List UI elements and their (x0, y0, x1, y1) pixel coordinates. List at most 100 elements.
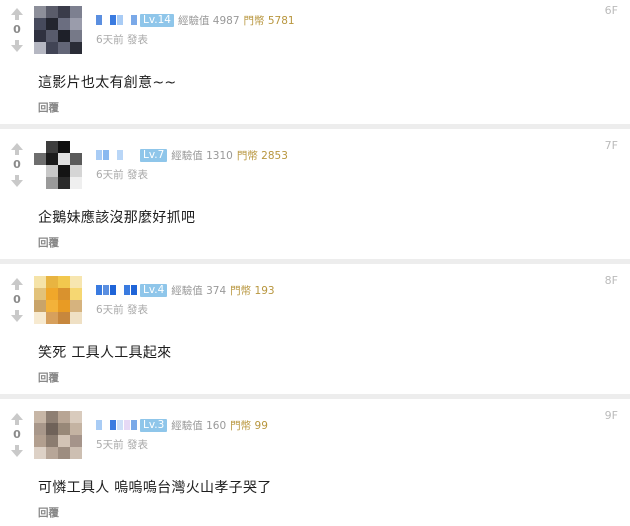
avatar-pixel (34, 300, 46, 312)
avatar-pixel (46, 300, 58, 312)
username-pixel (131, 285, 137, 295)
comment-item: 0 Lv.14 經驗值 4987 門幣 5781 6天前 發表 6F 這影片也太… (0, 0, 630, 126)
upvote-arrow-icon[interactable] (8, 276, 26, 292)
username[interactable] (96, 14, 138, 26)
floor-number: 6F (604, 4, 618, 17)
user-meta: Lv.3 經驗值 160 門幣 99 (96, 418, 268, 432)
level-badge: Lv.3 (140, 418, 168, 432)
username-pixel (103, 15, 109, 25)
username-pixel (124, 150, 130, 160)
avatar-pixel (58, 435, 70, 447)
username-pixel (96, 15, 102, 25)
avatar[interactable] (34, 6, 82, 54)
avatar-pixel (46, 177, 58, 189)
vote-count: 0 (13, 23, 21, 36)
upvote-arrow-icon[interactable] (8, 6, 26, 22)
coin-value: 門幣 2853 (236, 149, 288, 162)
user-meta: Lv.4 經驗值 374 門幣 193 (96, 283, 275, 297)
username[interactable] (96, 284, 138, 296)
reply-button[interactable]: 回覆 (38, 505, 59, 520)
avatar-pixel (70, 177, 82, 189)
vote-count: 0 (13, 158, 21, 171)
post-time[interactable]: 6天前 發表 (96, 302, 148, 317)
reply-button[interactable]: 回覆 (38, 235, 59, 250)
username-pixel (124, 15, 130, 25)
exp-value: 經驗值 374 (171, 284, 227, 297)
avatar-pixel (70, 165, 82, 177)
avatar-pixel (34, 42, 46, 54)
avatar-pixel (70, 423, 82, 435)
avatar[interactable] (34, 276, 82, 324)
avatar-pixel (34, 153, 46, 165)
comment-text: 企鵝妹應該沒那麼好抓吧 (38, 210, 196, 226)
vote-count: 0 (13, 293, 21, 306)
avatar-pixel (70, 153, 82, 165)
avatar-pixel (58, 165, 70, 177)
username-pixel (124, 285, 130, 295)
avatar-pixel (34, 177, 46, 189)
avatar[interactable] (34, 141, 82, 189)
avatar-pixel (34, 141, 46, 153)
avatar-pixel (34, 6, 46, 18)
username-pixel (131, 420, 137, 430)
avatar[interactable] (34, 411, 82, 459)
avatar-pixel (70, 312, 82, 324)
username[interactable] (96, 149, 138, 161)
comment-item: 0 Lv.7 經驗值 1310 門幣 2853 6天前 發表 7F 企鵝妹應該沒… (0, 135, 630, 261)
exp-value: 經驗值 1310 (171, 149, 233, 162)
avatar-pixel (34, 276, 46, 288)
reply-button[interactable]: 回覆 (38, 370, 59, 385)
reply-button[interactable]: 回覆 (38, 100, 59, 115)
avatar-pixel (34, 447, 46, 459)
username-pixel (96, 150, 102, 160)
upvote-arrow-icon[interactable] (8, 411, 26, 427)
level-badge: Lv.14 (140, 13, 174, 27)
avatar-pixel (58, 411, 70, 423)
username-pixel (117, 285, 123, 295)
comment-item: 0 Lv.3 經驗值 160 門幣 99 5天前 發表 9F 可憐工具人 嗚嗚嗚… (0, 405, 630, 526)
avatar-pixel (58, 141, 70, 153)
username-pixel (103, 420, 109, 430)
exp-value: 經驗值 4987 (177, 14, 240, 27)
upvote-arrow-icon[interactable] (8, 141, 26, 157)
avatar-pixel (70, 6, 82, 18)
avatar-pixel (58, 423, 70, 435)
downvote-arrow-icon[interactable] (8, 173, 26, 189)
avatar-pixel (70, 18, 82, 30)
exp-value: 經驗值 160 (171, 419, 227, 432)
downvote-arrow-icon[interactable] (8, 308, 26, 324)
avatar-pixel (46, 42, 58, 54)
avatar-pixel (58, 177, 70, 189)
downvote-arrow-icon[interactable] (8, 38, 26, 54)
comment-text: 這影片也太有創意~~ (38, 75, 177, 91)
avatar-pixel (70, 300, 82, 312)
level-badge: Lv.4 (140, 283, 168, 297)
username-pixel (96, 420, 102, 430)
comment-text: 笑死 工具人工具起來 (38, 345, 172, 361)
avatar-pixel (34, 411, 46, 423)
avatar-pixel (58, 312, 70, 324)
avatar-pixel (46, 411, 58, 423)
avatar-pixel (46, 288, 58, 300)
post-time[interactable]: 5天前 發表 (96, 437, 148, 452)
avatar-pixel (58, 447, 70, 459)
avatar-pixel (58, 288, 70, 300)
avatar-pixel (34, 18, 46, 30)
avatar-pixel (46, 165, 58, 177)
username-pixel (110, 285, 116, 295)
coin-value: 門幣 5781 (243, 14, 295, 27)
avatar-pixel (70, 141, 82, 153)
downvote-arrow-icon[interactable] (8, 443, 26, 459)
avatar-pixel (70, 288, 82, 300)
avatar-pixel (70, 30, 82, 42)
avatar-pixel (70, 435, 82, 447)
avatar-pixel (46, 423, 58, 435)
post-time[interactable]: 6天前 發表 (96, 32, 148, 47)
username-pixel (96, 285, 102, 295)
user-meta: Lv.7 經驗值 1310 門幣 2853 (96, 148, 288, 162)
username-pixel (117, 420, 123, 430)
avatar-pixel (46, 276, 58, 288)
post-time[interactable]: 6天前 發表 (96, 167, 148, 182)
avatar-pixel (34, 435, 46, 447)
username[interactable] (96, 419, 138, 431)
